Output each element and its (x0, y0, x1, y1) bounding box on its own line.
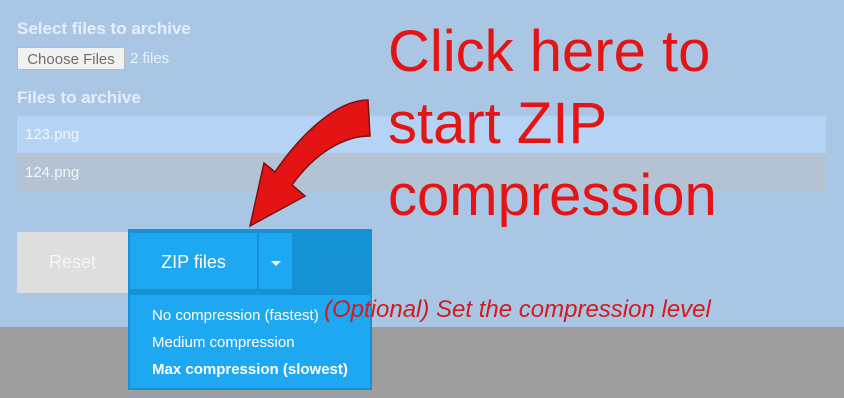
optional-note: (Optional) Set the compression level (324, 296, 711, 323)
callout-text: Click here to start ZIP compression (388, 19, 717, 228)
